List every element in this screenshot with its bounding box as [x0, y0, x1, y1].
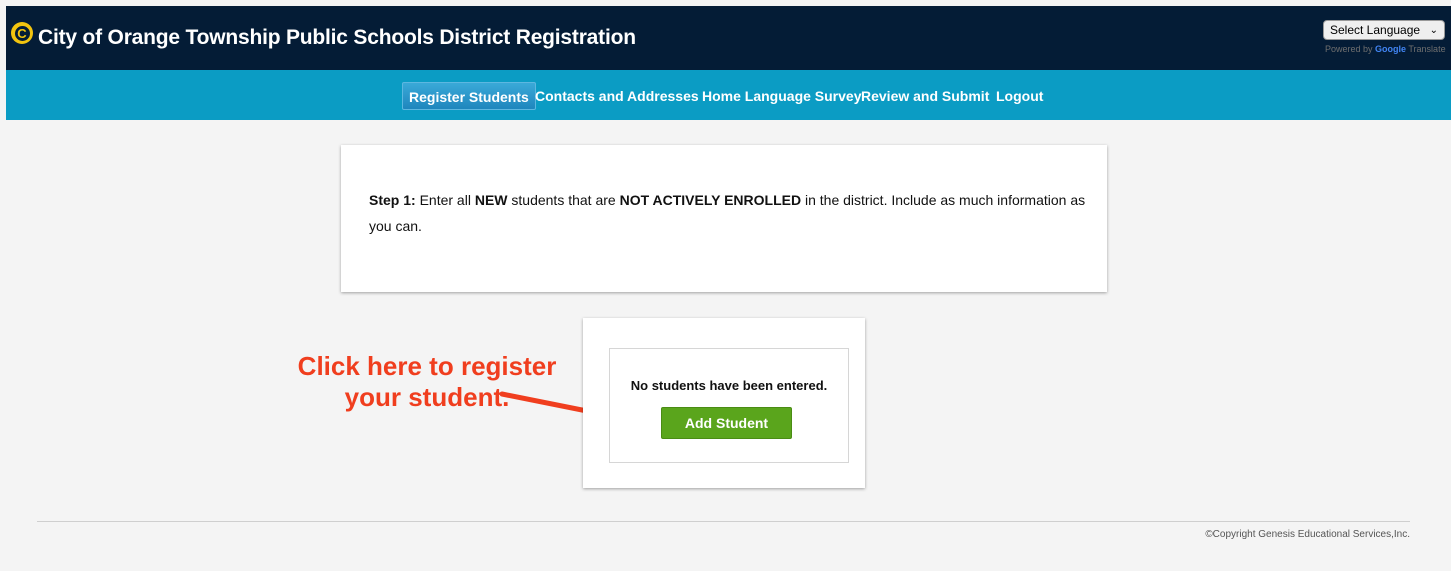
powered-by-google-translate[interactable]: Powered by Google Translate	[1325, 44, 1451, 54]
top-header: C City of Orange Township Public Schools…	[6, 6, 1451, 70]
step-instructions: Step 1: Enter all NEW students that are …	[369, 187, 1089, 239]
language-select-value: Select Language	[1330, 23, 1421, 37]
add-student-button[interactable]: Add Student	[661, 407, 792, 439]
step-emphasis-new: NEW	[474, 192, 508, 208]
district-logo-icon: C	[11, 22, 33, 44]
chevron-down-icon: ⌄	[1429, 24, 1438, 36]
nav-register-students[interactable]: Register Students	[402, 82, 536, 110]
language-select[interactable]: Select Language ⌄	[1323, 20, 1445, 40]
copyright-text: ©Copyright Genesis Educational Services,…	[1205, 529, 1410, 540]
nav-logout[interactable]: Logout	[990, 82, 1049, 110]
students-card: No students have been entered. Add Stude…	[583, 318, 865, 488]
translate-label: Translate	[1408, 44, 1446, 54]
step-text-part: Enter all	[415, 192, 475, 208]
annotation-line: Click here to register	[297, 351, 557, 381]
app-title: City of Orange Township Public Schools D…	[38, 26, 636, 49]
students-list-box: No students have been entered. Add Stude…	[609, 348, 849, 463]
empty-students-message: No students have been entered.	[630, 378, 828, 393]
footer-divider	[37, 521, 1410, 522]
step-instructions-card: Step 1: Enter all NEW students that are …	[341, 145, 1107, 292]
google-logo: Google	[1375, 44, 1407, 54]
powered-by-label: Powered by	[1325, 44, 1373, 54]
nav-review-submit[interactable]: Review and Submit	[855, 82, 995, 110]
nav-contacts-addresses[interactable]: Contacts and Addresses	[529, 82, 705, 110]
nav-home-language-survey[interactable]: Home Language Survey	[696, 82, 868, 110]
step-emphasis-not-enrolled: NOT ACTIVELY ENROLLED	[619, 192, 802, 208]
main-nav: Register Students Contacts and Addresses…	[6, 70, 1451, 120]
step-label: Step 1:	[369, 192, 416, 208]
logo-letter: C	[17, 25, 27, 41]
step-text-part: students that are	[507, 192, 620, 208]
